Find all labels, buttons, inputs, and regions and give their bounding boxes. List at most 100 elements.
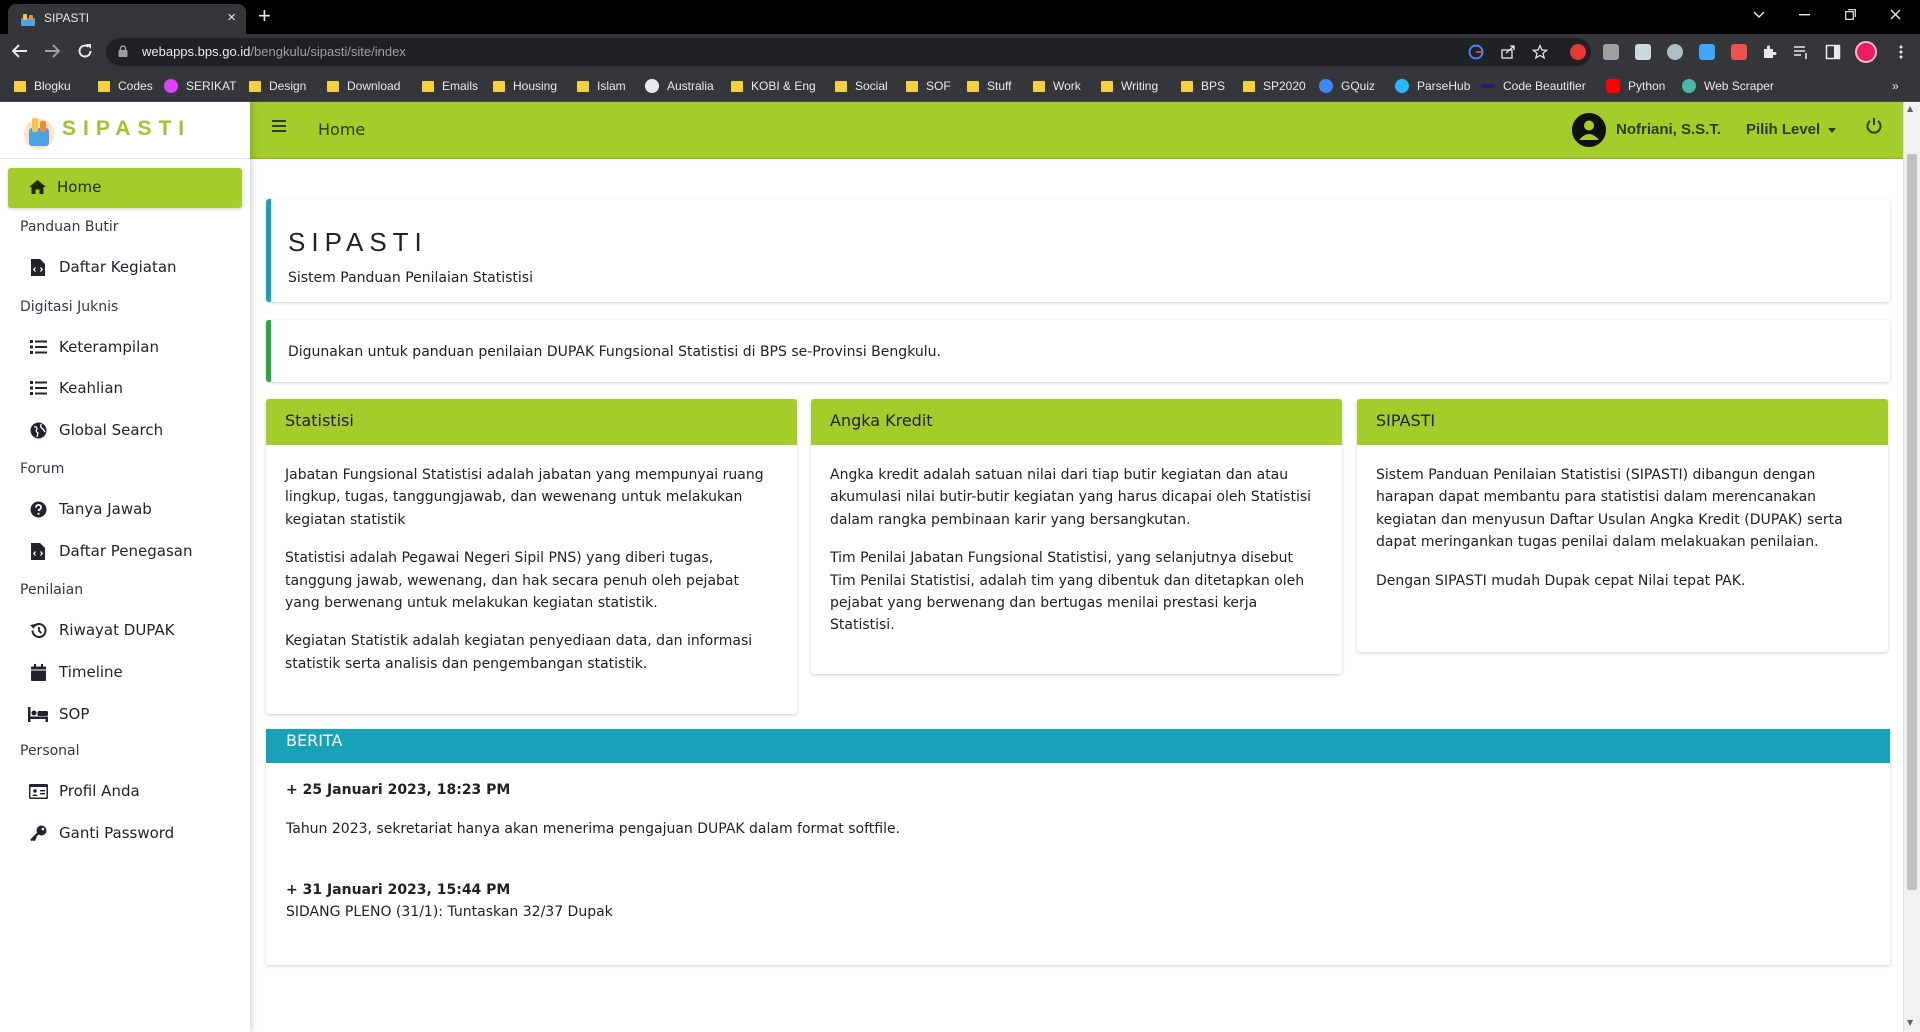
star-bookmark-icon[interactable] <box>1532 44 1548 60</box>
user-avatar-icon[interactable] <box>1572 113 1606 147</box>
sidebar-item-daftar-kegiatan[interactable]: Daftar Kegiatan <box>28 255 177 279</box>
sidebar-item-profil-anda[interactable]: Profil Anda <box>28 779 140 803</box>
bookmark-serikat[interactable]: SERIKAT <box>164 77 236 95</box>
bookmark-stuff[interactable]: Stuff <box>967 77 1011 95</box>
side-panel-icon[interactable] <box>1825 44 1841 60</box>
id-card-icon <box>28 781 48 801</box>
extension-doc-icon[interactable] <box>1635 44 1651 60</box>
bookmark-work[interactable]: Work <box>1033 77 1081 95</box>
sidebar-item-riwayat-dupak[interactable]: Riwayat DUPAK <box>28 618 174 642</box>
extension-red-icon[interactable] <box>1570 44 1586 60</box>
sidebar-item-ganti-password[interactable]: Ganti Password <box>28 821 174 845</box>
scroll-down-icon[interactable]: ▼ <box>1907 1018 1913 1027</box>
user-name[interactable]: Nofriani, S.S.T. <box>1616 121 1721 138</box>
bookmark-design[interactable]: Design <box>249 77 306 95</box>
card-sipasti: SIPASTI Sistem Panduan Penilaian Statist… <box>1357 399 1888 652</box>
sidebar-item-sop[interactable]: SOP <box>28 702 89 726</box>
bookmark-label: ParseHub <box>1417 79 1471 93</box>
folder-icon <box>731 80 743 92</box>
close-window-icon[interactable] <box>1890 9 1901 20</box>
bookmark-sp2020[interactable]: SP2020 <box>1243 77 1306 95</box>
new-tab-button[interactable]: + <box>258 3 271 29</box>
bookmark-blogku[interactable]: Blogku <box>14 77 71 95</box>
extension-calendar-icon[interactable] <box>1699 44 1715 60</box>
sidebar-item-label: Keterampilan <box>59 338 159 356</box>
scrollbar-thumb[interactable] <box>1907 154 1917 890</box>
sidebar-header-forum: Forum <box>20 461 65 477</box>
hero-subtitle: Sistem Panduan Penilaian Statistisi <box>288 270 533 286</box>
address-bar[interactable]: webapps.bps.go.id/bengkulu/sipasti/site/… <box>106 38 1591 66</box>
bookmark-codes[interactable]: Codes <box>98 77 153 95</box>
webscraper-icon <box>1682 79 1696 93</box>
sidebar-item-keahlian[interactable]: Keahlian <box>28 376 123 400</box>
google-lens-icon[interactable] <box>1468 44 1484 60</box>
folder-icon <box>1181 80 1193 92</box>
bookmark-kobi-eng[interactable]: KOBI & Eng <box>731 77 816 95</box>
bookmark-gquiz[interactable]: GQuiz <box>1319 77 1375 95</box>
codebeautifier-icon <box>1481 84 1495 88</box>
hamburger-menu-icon[interactable] <box>272 120 286 132</box>
sidebar-item-keterampilan[interactable]: Keterampilan <box>28 335 159 359</box>
bookmark-australia[interactable]: Australia <box>645 77 714 95</box>
extension-image-icon[interactable] <box>1603 44 1619 60</box>
sidebar-item-label: Ganti Password <box>59 824 175 842</box>
sidebar-item-label: Daftar Kegiatan <box>59 258 177 276</box>
bookmark-label: Emails <box>442 79 479 93</box>
sidebar-item-label: Home <box>57 178 102 196</box>
bookmark-parsehub[interactable]: ParseHub <box>1395 77 1470 95</box>
bookmark-download[interactable]: Download <box>327 77 400 95</box>
bookmark-code-beautifier[interactable]: Code Beautifier <box>1481 77 1586 95</box>
bookmark-writing[interactable]: Writing <box>1101 77 1158 95</box>
bookmark-web-scraper[interactable]: Web Scraper <box>1682 77 1774 95</box>
sidebar-item-daftar-penegasan[interactable]: Daftar Penegasan <box>28 539 192 563</box>
extension-camera-icon[interactable] <box>1667 44 1683 60</box>
bookmark-python[interactable]: Python <box>1606 77 1665 95</box>
restore-icon[interactable] <box>1845 9 1856 20</box>
url-text[interactable]: webapps.bps.go.id/bengkulu/sipasti/site/… <box>142 44 406 59</box>
bookmark-islam[interactable]: Islam <box>577 77 626 95</box>
page-title[interactable]: Home <box>318 120 365 139</box>
reload-icon[interactable] <box>77 43 93 59</box>
power-logout-icon[interactable] <box>1864 116 1884 136</box>
brand[interactable]: SIPASTI <box>0 102 250 159</box>
profile-avatar[interactable] <box>1855 41 1877 63</box>
sidebar-item-global-search[interactable]: Global Search <box>28 418 163 442</box>
forward-arrow-icon[interactable] <box>44 44 60 58</box>
share-icon[interactable] <box>1500 44 1516 60</box>
bookmark-emails[interactable]: Emails <box>422 77 478 95</box>
scroll-up-icon[interactable]: ▲ <box>1907 104 1913 113</box>
brand-name: SIPASTI <box>62 117 192 140</box>
bookmarks-overflow-icon[interactable]: » <box>1892 77 1899 95</box>
back-arrow-icon[interactable] <box>12 44 28 58</box>
bookmark-sof[interactable]: SOF <box>906 77 951 95</box>
lock-icon[interactable] <box>118 45 128 57</box>
sidebar-item-tanya-jawab[interactable]: Tanya Jawab <box>28 497 152 521</box>
sidebar-item-timeline[interactable]: Timeline <box>28 660 123 684</box>
tab-close-icon[interactable]: × <box>227 9 236 26</box>
reading-list-icon[interactable] <box>1793 44 1809 60</box>
extensions-puzzle-icon[interactable] <box>1761 44 1777 60</box>
bookmark-bps[interactable]: BPS <box>1181 77 1225 95</box>
bookmark-label: Work <box>1053 79 1081 93</box>
minimize-icon[interactable] <box>1799 14 1810 16</box>
sidebar-header-penilaian: Penilaian <box>20 582 84 598</box>
level-dropdown[interactable]: Pilih Level <box>1746 121 1837 138</box>
sidebar-item-home[interactable]: Home <box>8 168 242 208</box>
card-paragraph: Dengan SIPASTI mudah Dupak cepat Nilai t… <box>1376 572 1746 589</box>
bookmark-label: Download <box>347 79 401 93</box>
home-icon <box>29 180 46 194</box>
page-scrollbar[interactable]: ▲ ▼ <box>1903 102 1920 1032</box>
news-date: + 31 Januari 2023, 15:44 PM <box>286 882 511 898</box>
calendar-icon <box>28 662 48 682</box>
folder-icon <box>967 80 979 92</box>
browser-tab[interactable]: SIPASTI × <box>8 4 246 34</box>
app-root: SIPASTI Home Panduan Butir Daftar Kegiat… <box>0 102 1920 1032</box>
sidebar-header-personal: Personal <box>20 743 80 759</box>
extension-cast-icon[interactable] <box>1731 44 1747 60</box>
bookmark-housing[interactable]: Housing <box>493 77 557 95</box>
bookmark-social[interactable]: Social <box>835 77 888 95</box>
level-dropdown-label: Pilih Level <box>1746 121 1821 138</box>
browser-menu-icon[interactable] <box>1893 44 1909 60</box>
sidebar-header-panduan-butir: Panduan Butir <box>20 219 119 235</box>
tab-search-icon[interactable] <box>1753 11 1765 19</box>
